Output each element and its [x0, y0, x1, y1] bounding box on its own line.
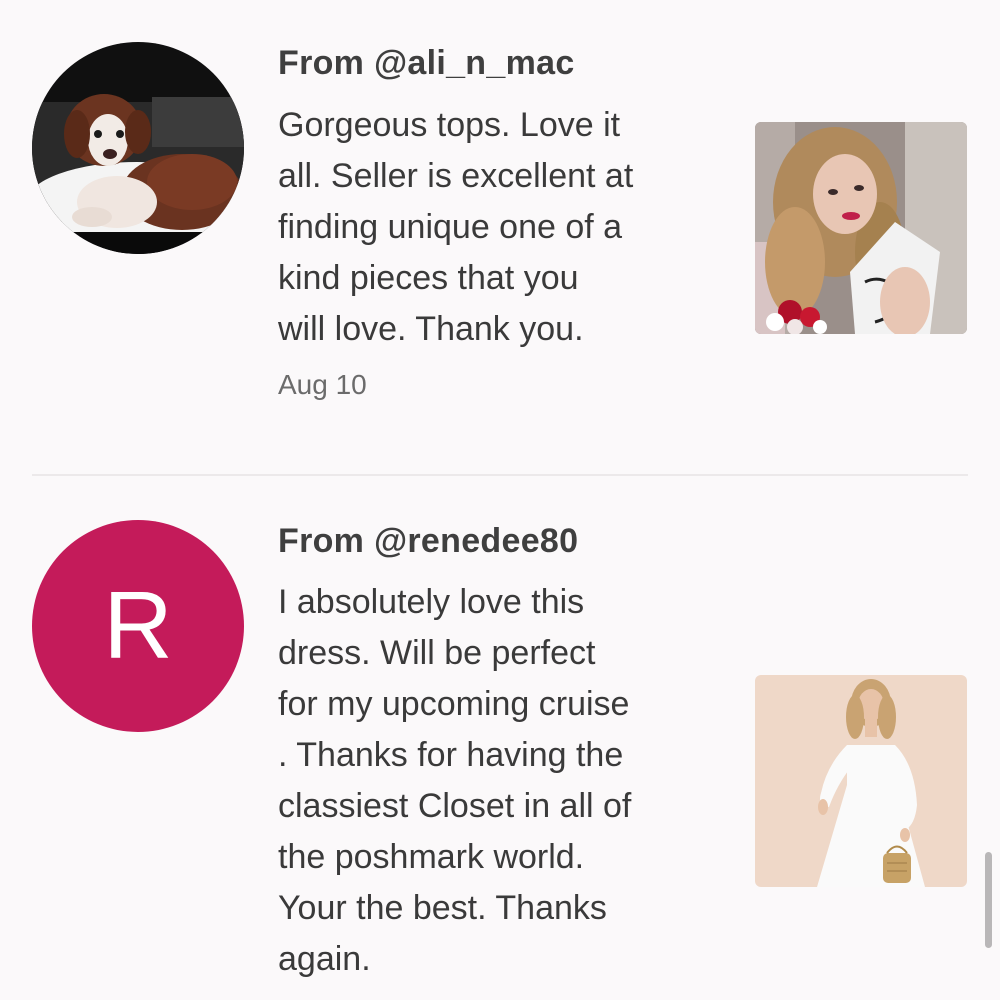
- woman-white-dress-photo-icon: [755, 675, 967, 887]
- review-text-line: again.: [278, 940, 371, 978]
- review-text-line: finding unique one of a: [278, 208, 623, 246]
- reviews-page: From @ali_n_mac Gorgeous tops. Love it a…: [0, 0, 1000, 1000]
- reviewer-username[interactable]: From @ali_n_mac: [278, 44, 575, 83]
- puppy-photo-icon: [32, 42, 244, 254]
- avatar-letter: R: [103, 572, 173, 679]
- review-text: Gorgeous tops. Love it all. Seller is ex…: [278, 100, 708, 355]
- review-text-line: kind pieces that you: [278, 259, 579, 297]
- reviewer-avatar[interactable]: R: [32, 520, 244, 732]
- review-divider: [32, 474, 968, 476]
- reviewer-avatar[interactable]: [32, 42, 244, 254]
- review-text-line: Your the best. Thanks: [278, 889, 607, 927]
- review-text-line: classiest Closet in all of: [278, 787, 632, 825]
- reviewer-username[interactable]: From @renedee80: [278, 522, 578, 561]
- review-text-line: dress. Will be perfect: [278, 634, 596, 672]
- review-text-line: I absolutely love this: [278, 583, 585, 621]
- review-text-line: all. Seller is excellent at: [278, 157, 634, 195]
- review-date: Aug 10: [278, 369, 367, 400]
- review-text: I absolutely love this dress. Will be pe…: [278, 577, 708, 985]
- listing-thumbnail[interactable]: [755, 122, 967, 334]
- review-text-line: will love. Thank you.: [278, 310, 584, 348]
- review-text-line: the poshmark world.: [278, 838, 585, 876]
- review-text-line: . Thanks for having the: [278, 736, 624, 774]
- review-text-line: Gorgeous tops. Love it: [278, 106, 621, 144]
- review-text-line: for my upcoming cruise: [278, 685, 630, 723]
- listing-thumbnail[interactable]: [755, 675, 967, 887]
- scrollbar[interactable]: [985, 852, 992, 948]
- woman-white-top-photo-icon: [755, 122, 967, 334]
